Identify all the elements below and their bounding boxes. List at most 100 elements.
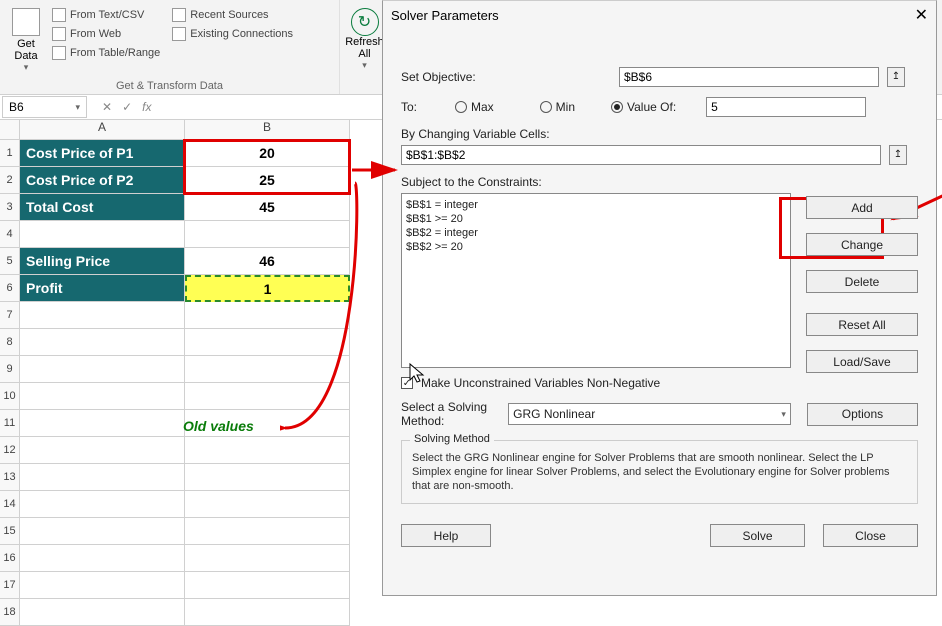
select-all-corner[interactable]	[0, 120, 20, 140]
cell[interactable]: 20	[185, 140, 350, 167]
row-header[interactable]: 1	[0, 140, 20, 167]
cell[interactable]: Selling Price	[20, 248, 185, 275]
row-header[interactable]: 6	[0, 275, 20, 302]
cell[interactable]: 45	[185, 194, 350, 221]
delete-button[interactable]: Delete	[806, 270, 918, 293]
existing-connections[interactable]: Existing Connections	[168, 25, 297, 43]
row-header[interactable]: 9	[0, 356, 20, 383]
load-save-button[interactable]: Load/Save	[806, 350, 918, 373]
from-table-range[interactable]: From Table/Range	[48, 44, 164, 62]
globe-icon	[52, 27, 66, 41]
cell[interactable]	[20, 518, 185, 545]
radio-max[interactable]: Max	[455, 100, 494, 114]
row-header[interactable]: 10	[0, 383, 20, 410]
solving-method-select[interactable]: GRG Nonlinear ▾	[508, 403, 791, 425]
cell[interactable]	[20, 572, 185, 599]
radio-value-of[interactable]: Value Of:	[611, 100, 676, 114]
row-header[interactable]: 5	[0, 248, 20, 275]
recent-icon	[172, 8, 186, 22]
confirm-icon[interactable]: ✓	[122, 100, 132, 114]
cell[interactable]	[20, 545, 185, 572]
row-header[interactable]: 4	[0, 221, 20, 248]
range-picker-icon[interactable]: ↥	[889, 145, 907, 165]
column-header-B[interactable]: B	[185, 120, 350, 140]
radio-icon	[611, 101, 623, 113]
cell[interactable]	[185, 437, 350, 464]
reset-all-button[interactable]: Reset All	[806, 313, 918, 336]
name-box[interactable]: B6 ▾	[2, 96, 87, 118]
cell[interactable]	[185, 221, 350, 248]
row-header[interactable]: 15	[0, 518, 20, 545]
row-header[interactable]: 7	[0, 302, 20, 329]
cell[interactable]: Total Cost	[20, 194, 185, 221]
cell[interactable]	[185, 383, 350, 410]
recent-sources[interactable]: Recent Sources	[168, 6, 297, 24]
radio-min[interactable]: Min	[540, 100, 575, 114]
add-button[interactable]: Add	[806, 196, 918, 219]
cell[interactable]: 1	[185, 275, 350, 302]
nonneg-checkbox[interactable]: ✓	[401, 377, 413, 389]
row-header[interactable]: 13	[0, 464, 20, 491]
ribbon-group-label: Get & Transform Data	[0, 80, 339, 92]
refresh-all-button[interactable]: Refresh All ▾	[348, 4, 381, 75]
cell[interactable]	[20, 329, 185, 356]
chevron-down-icon: ▾	[75, 102, 80, 113]
cell[interactable]	[185, 410, 350, 437]
row-header[interactable]: 11	[0, 410, 20, 437]
row-header[interactable]: 3	[0, 194, 20, 221]
options-button[interactable]: Options	[807, 403, 918, 426]
cell[interactable]	[20, 599, 185, 626]
cell[interactable]	[185, 329, 350, 356]
cell[interactable]: Cost Price of P1	[20, 140, 185, 167]
cell[interactable]: Profit	[20, 275, 185, 302]
row-header[interactable]: 14	[0, 491, 20, 518]
value-of-input[interactable]	[706, 97, 866, 117]
cell[interactable]	[20, 383, 185, 410]
cell[interactable]: 25	[185, 167, 350, 194]
cell[interactable]	[185, 302, 350, 329]
row-header[interactable]: 16	[0, 545, 20, 572]
changing-cells-label: By Changing Variable Cells:	[401, 127, 918, 141]
close-button[interactable]: ✕	[915, 5, 928, 25]
cell[interactable]: Cost Price of P2	[20, 167, 185, 194]
changing-cells-input[interactable]	[401, 145, 881, 165]
range-picker-icon[interactable]: ↥	[887, 67, 905, 87]
cell[interactable]	[20, 491, 185, 518]
row-header[interactable]: 17	[0, 572, 20, 599]
cell[interactable]	[20, 356, 185, 383]
cell[interactable]	[185, 464, 350, 491]
column-header-A[interactable]: A	[20, 120, 185, 140]
help-button[interactable]: Help	[401, 524, 491, 547]
cell[interactable]	[185, 356, 350, 383]
row-header[interactable]: 8	[0, 329, 20, 356]
cell[interactable]	[20, 302, 185, 329]
cell[interactable]	[185, 599, 350, 626]
constraints-label: Subject to the Constraints:	[401, 175, 918, 189]
cell[interactable]	[20, 410, 185, 437]
chevron-down-icon: ▾	[781, 409, 786, 420]
cell[interactable]	[20, 437, 185, 464]
row-header[interactable]: 2	[0, 167, 20, 194]
row-header[interactable]: 18	[0, 599, 20, 626]
cell[interactable]	[185, 491, 350, 518]
cell[interactable]	[20, 464, 185, 491]
cell[interactable]: 46	[185, 248, 350, 275]
solve-button[interactable]: Solve	[710, 524, 805, 547]
cancel-icon[interactable]: ✕	[102, 100, 112, 114]
close-dialog-button[interactable]: Close	[823, 524, 918, 547]
nonneg-label: Make Unconstrained Variables Non-Negativ…	[421, 376, 660, 390]
cell[interactable]	[20, 221, 185, 248]
cell[interactable]	[185, 518, 350, 545]
cell[interactable]	[185, 572, 350, 599]
change-button[interactable]: Change	[806, 233, 918, 256]
from-text-csv[interactable]: From Text/CSV	[48, 6, 164, 24]
fx-icon[interactable]: fx	[142, 100, 151, 114]
from-web[interactable]: From Web	[48, 25, 164, 43]
row-header[interactable]: 12	[0, 437, 20, 464]
cell[interactable]	[185, 545, 350, 572]
get-data-button[interactable]: Get Data ▾	[8, 4, 44, 77]
constraints-listbox[interactable]: $B$1 = integer$B$1 >= 20$B$2 = integer$B…	[401, 193, 791, 368]
solver-dialog: Solver Parameters ✕ Cell reference for c…	[382, 0, 937, 596]
set-objective-input[interactable]	[619, 67, 879, 87]
radio-icon	[540, 101, 552, 113]
